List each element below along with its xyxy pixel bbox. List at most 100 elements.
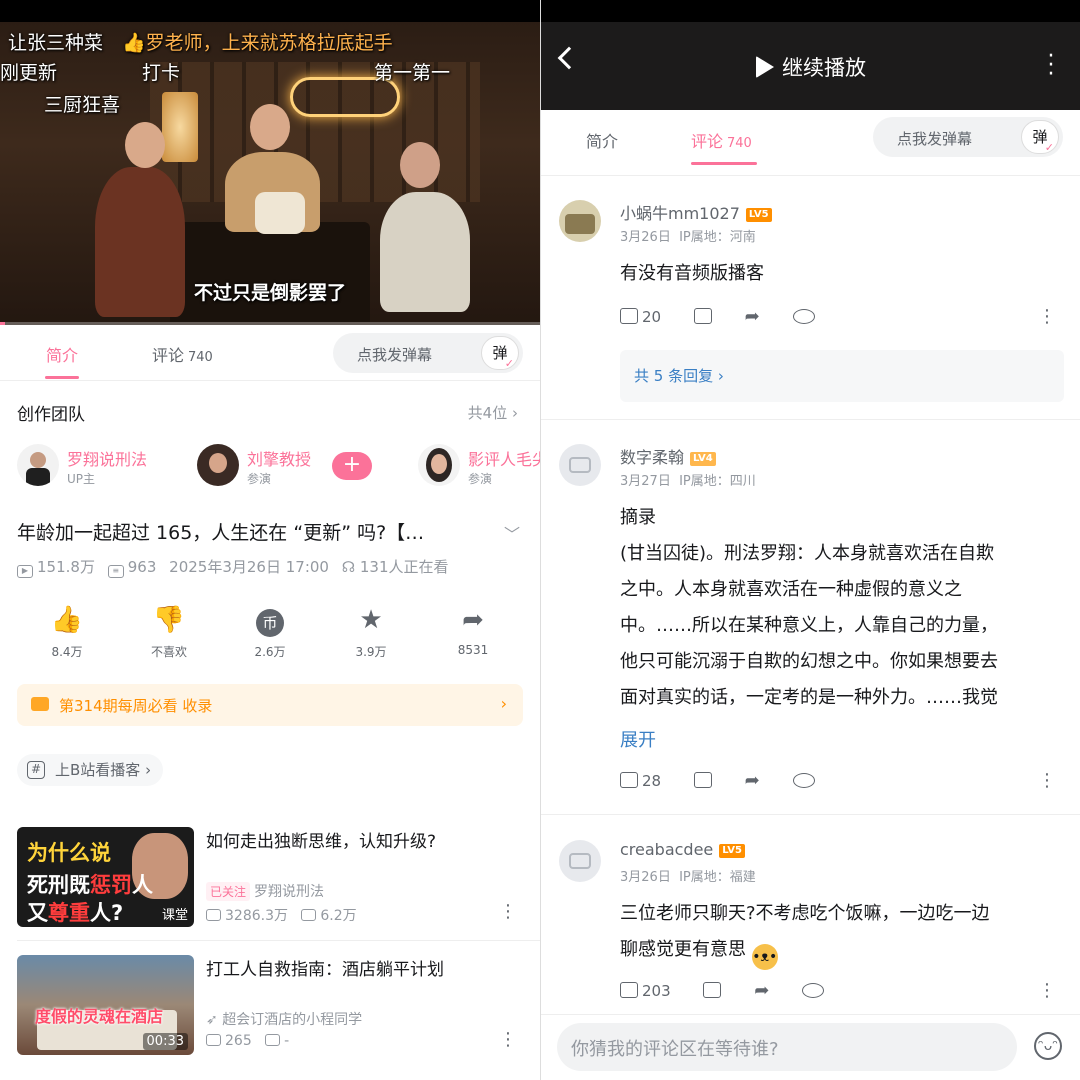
level-badge: LV4 — [690, 452, 716, 466]
danmaku-comment: 让张三种菜 — [8, 32, 104, 54]
danmaku-comment: 刚更新 — [0, 62, 58, 84]
comment-line: (甘当囚徒)。刑法罗翔：人本身就喜欢活在自欺 — [620, 543, 995, 564]
weekly-collection-text: 第314期每周必看 收录 — [59, 697, 213, 715]
comment-like-button[interactable]: 28 — [620, 772, 661, 790]
publish-date: 2025年3月26日 17:00 — [169, 558, 329, 576]
danmaku-count-icon: ≡ — [107, 565, 124, 578]
comment-line: 中。……所以在某种意义上，人靠自己的力量， — [620, 615, 998, 636]
dislike-icon: 👎 — [152, 605, 186, 635]
favorite-count: 3.9万 — [355, 645, 387, 659]
emoji-icon[interactable]: ᵔᴗᵔ — [1034, 1032, 1062, 1060]
comment-line: 他只可能沉溺于自欺的幻想之中。你如果想要去 — [620, 651, 998, 672]
play-count-icon — [206, 1034, 221, 1046]
avatar — [197, 444, 239, 486]
avatar[interactable] — [559, 200, 601, 242]
thumbnail-text: 为什么说 — [27, 841, 111, 865]
follow-button[interactable]: + — [332, 452, 372, 480]
chevron-right-icon: › — [500, 694, 507, 713]
comment-line: 之中。人本身就喜欢活在一种虚假的意义之 — [620, 579, 962, 600]
resume-play-button[interactable]: 继续播放 — [756, 52, 866, 82]
related-video-stats: 265 - — [206, 1033, 289, 1049]
tab-comments-label: 评论 — [691, 132, 724, 151]
more-options-icon[interactable]: ⋮ — [499, 1029, 517, 1050]
back-icon[interactable] — [557, 46, 581, 70]
danmaku-toggle-button[interactable]: 弹 — [1021, 120, 1059, 154]
related-video[interactable]: 度假的灵魂在酒店 00:33 打工人自救指南：酒店躺平计划 ➶ 超会订酒店的小程… — [17, 955, 527, 1057]
tab-comments-count: 740 — [727, 136, 752, 151]
comment-input[interactable]: 你猜我的评论区在等待谁? — [557, 1023, 1017, 1071]
weekly-collection-banner[interactable]: 第314期每周必看 收录 › — [17, 684, 523, 726]
player-header: 继续播放 · · · — [541, 0, 1080, 110]
member-role: 参演 — [468, 472, 493, 486]
tab-comments[interactable]: 评论 740 — [152, 342, 213, 366]
danmaku-input-placeholder: 点我发弹幕 — [357, 346, 433, 364]
related-video-thumbnail: 度假的灵魂在酒店 00:33 — [17, 955, 194, 1055]
comment-like-button[interactable]: 203 — [620, 982, 671, 1000]
dislike-button[interactable]: 👎 不喜欢 — [129, 603, 209, 660]
divider — [541, 814, 1080, 815]
video-title[interactable]: 年龄加一起超过 165，人生还在 “更新” 吗?【… — [17, 518, 487, 545]
comment-username[interactable]: 数字柔翰 LV4 — [620, 444, 716, 468]
avatar[interactable] — [559, 444, 601, 486]
comment-share-button[interactable]: ➦ — [754, 982, 769, 1000]
tab-intro[interactable]: 简介 — [586, 128, 618, 152]
comment-reply-button[interactable] — [792, 308, 815, 326]
comment-reply-button[interactable] — [792, 772, 815, 790]
share-button[interactable]: ➦ 8531 — [433, 603, 513, 657]
coin-count: 2.6万 — [254, 645, 286, 659]
expand-link[interactable]: 展开 — [620, 726, 656, 752]
more-options-icon[interactable]: ⋮ — [499, 901, 517, 922]
danmaku-input-placeholder: 点我发弹幕 — [897, 130, 973, 148]
podcast-chip-label: 上B站看播客 — [55, 761, 141, 779]
related-video[interactable]: 为什么说 死刑既惩罚人 又尊重人? 课堂 如何走出独断思维，认知升级? 已关注罗… — [17, 827, 527, 929]
comment-like-button[interactable]: 20 — [620, 308, 661, 326]
reply-icon — [802, 983, 825, 998]
reply-icon — [792, 773, 815, 788]
related-video-uploader: 已关注 罗翔说刑法 — [206, 881, 324, 901]
avatar — [17, 444, 59, 486]
more-options-icon[interactable]: · · · — [1046, 46, 1056, 86]
tab-comments[interactable]: 评论 740 — [691, 128, 752, 152]
dislike-icon — [693, 308, 712, 324]
reply-icon — [792, 309, 815, 324]
comment-share-button[interactable]: ➦ — [745, 772, 760, 790]
doge-emoji-icon: •ᴥ• — [751, 944, 778, 970]
tab-intro[interactable]: 简介 — [46, 342, 78, 366]
view-replies-button[interactable]: 共 5 条回复 › — [620, 350, 1064, 402]
chevron-down-icon[interactable]: ﹀ — [504, 521, 520, 545]
more-options-icon[interactable]: ⋮ — [1038, 770, 1056, 791]
like-icon — [620, 308, 638, 324]
comment-text: 有没有音频版播客 — [620, 263, 764, 284]
dislike-icon — [693, 772, 712, 788]
danmaku-count-icon — [265, 1034, 281, 1046]
video-player[interactable]: 让张三种菜 👍罗老师，上来就苏格拉底起手 刚更新 打卡 第一第一 三厨狂喜 不过… — [0, 22, 540, 325]
hashtag-icon: # — [27, 761, 45, 779]
comment-dislike-button[interactable] — [703, 982, 722, 1000]
comment-share-button[interactable]: ➦ — [745, 308, 760, 326]
thumbnail-caption: 度假的灵魂在酒店 — [35, 1007, 164, 1026]
dislike-label: 不喜欢 — [150, 645, 187, 659]
more-options-icon[interactable]: ⋮ — [1038, 306, 1056, 327]
team-count-link[interactable]: 共4位 › — [468, 402, 518, 423]
comment-item: 数字柔翰 LV4 3月27日 IP属地：四川 摘录 (甘当囚徒)。刑法罗翔：人本身… — [541, 444, 1080, 804]
comment-dislike-button[interactable] — [693, 772, 712, 790]
share-icon: ➦ — [744, 306, 760, 327]
coin-button[interactable]: 币 2.6万 — [230, 603, 310, 660]
comment-reply-button[interactable] — [802, 982, 825, 1000]
more-options-icon[interactable]: ⋮ — [1038, 980, 1056, 1001]
podcast-chip[interactable]: # 上B站看播客 › — [17, 754, 164, 786]
danmaku-toggle-button[interactable]: 弹 — [481, 336, 519, 370]
comments-panel: 继续播放 ··· 简介 评论740 点我发弹幕 弹 小蜗牛mm1027LV5 3… — [541, 0, 1080, 1080]
comment-username[interactable]: 小蜗牛mm1027 LV5 — [620, 200, 772, 224]
comment-dislike-button[interactable] — [693, 308, 712, 326]
chevron-right-icon: › — [512, 404, 518, 422]
danmaku-input[interactable]: 点我发弹幕 弹 — [333, 333, 523, 373]
like-button[interactable]: 👍 8.4万 — [27, 603, 107, 660]
favorite-button[interactable]: ★ 3.9万 — [331, 603, 411, 660]
like-count: 8.4万 — [51, 645, 83, 659]
avatar[interactable] — [559, 840, 601, 882]
member-name: 刘擎教授 — [247, 450, 312, 469]
comment-username[interactable]: creabacdee LV5 — [620, 840, 745, 859]
danmaku-input[interactable]: 点我发弹幕 弹 — [873, 117, 1063, 157]
comment-line: 聊感觉更有意思 •ᴥ• — [620, 932, 1060, 970]
